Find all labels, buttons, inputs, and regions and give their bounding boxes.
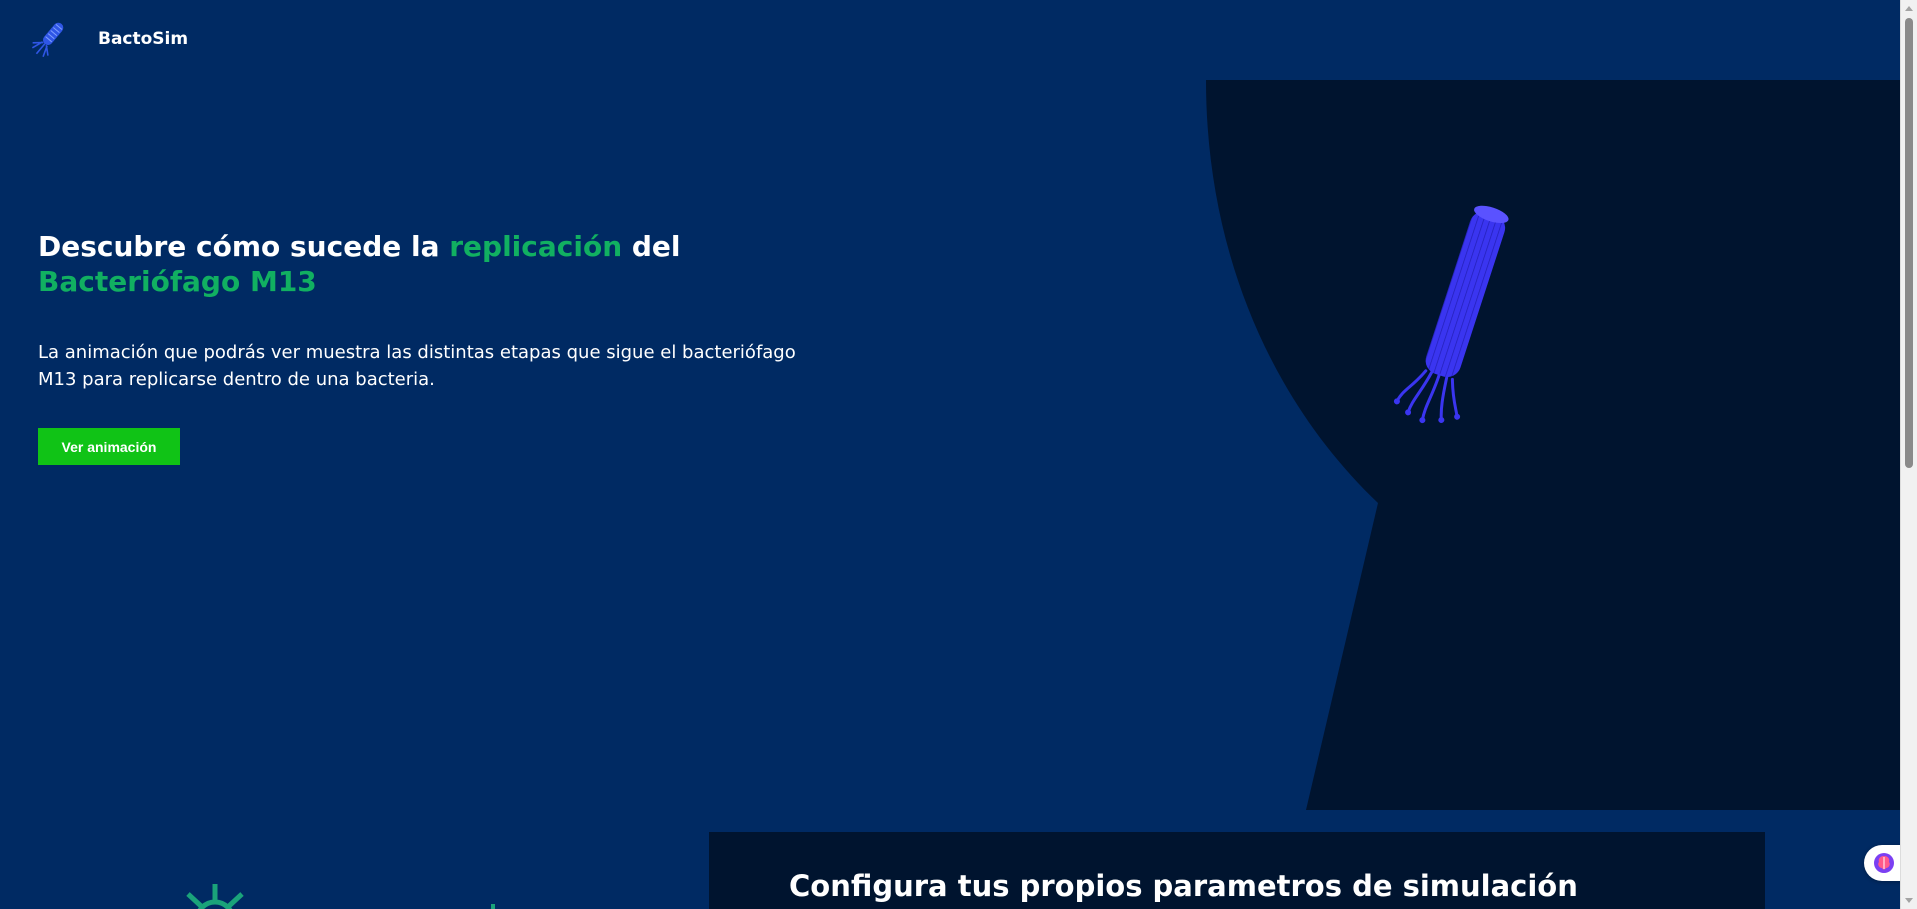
virus-decoration-small-icon xyxy=(478,900,508,909)
hero-panel-shape xyxy=(1206,80,1900,810)
hero-title-part1: Descubre cómo sucede la xyxy=(38,230,450,263)
view-animation-button[interactable]: Ver animación xyxy=(38,428,180,465)
config-title: Configura tus propios parametros de simu… xyxy=(789,869,1578,903)
hero-title-highlight-replicacion: replicación xyxy=(449,230,623,263)
hero-title: Descubre cómo sucede la replicación del B… xyxy=(38,229,798,299)
hero-description: La animación que podrás ver muestra las … xyxy=(38,342,796,390)
hero-title-highlight-phage: Bacteriófago M13 xyxy=(38,265,317,298)
bacteriophage-logo-icon[interactable] xyxy=(26,18,70,62)
scroll-up-icon[interactable] xyxy=(1905,6,1913,11)
brand-name[interactable]: BactoSim xyxy=(98,28,188,50)
virus-decoration-icon xyxy=(170,878,260,909)
scroll-down-icon[interactable] xyxy=(1905,898,1913,903)
hero-visual xyxy=(1200,80,1900,810)
vertical-scrollbar[interactable] xyxy=(1900,0,1917,909)
config-section: Configura tus propios parametros de simu… xyxy=(709,832,1765,909)
site-header: BactoSim xyxy=(0,0,1900,80)
hero-title-part2: del xyxy=(622,230,681,263)
page: BactoSim Descubre cómo sucede la replica… xyxy=(0,0,1917,909)
brain-icon xyxy=(1874,853,1894,873)
scroll-thumb[interactable] xyxy=(1905,18,1913,468)
